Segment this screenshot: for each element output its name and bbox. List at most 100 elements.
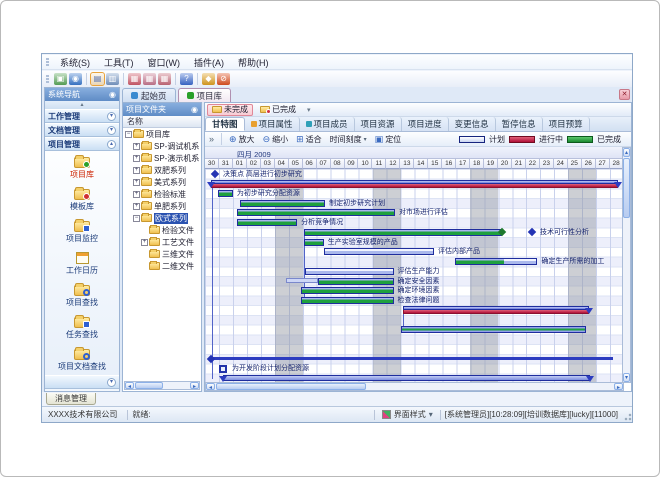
milestone-marker[interactable] [528,228,536,236]
task-bar[interactable] [318,278,393,285]
tree-row-检验标准[interactable]: +检验标准 [123,188,201,200]
style-dropdown-arrow[interactable]: ▾ [429,410,433,419]
help-icon[interactable]: ? [180,73,193,85]
window-layout-icon[interactable]: ▥ [106,73,119,85]
menu-item-4[interactable]: 帮助(H) [231,55,276,70]
menu-item-2[interactable]: 窗口(W) [141,55,188,70]
gantt-tab-甘特图[interactable]: 甘特图 [205,117,245,131]
tree-row-美式系列[interactable]: +美式系列 [123,176,201,188]
toolbar-overflow-button[interactable]: » [205,134,218,144]
tree-expander-icon[interactable]: + [133,203,140,210]
tree-expander-icon[interactable]: − [133,215,140,222]
scroll-right-arrow[interactable]: ▸ [614,383,623,390]
gantt-chart-area[interactable]: 决策点 高层进行初步研究为初步研究分配资源制定初步研究计划对市场进行评估分析竞争… [205,169,624,383]
tree-expander-icon[interactable]: + [133,179,140,186]
gantt-tab-暂停信息[interactable]: 暂停信息 [496,117,543,131]
nav-group-bottom[interactable]: ▾ [45,375,119,389]
scroll-right-arrow[interactable]: ▸ [190,382,199,389]
nav-collapse-strip[interactable]: ▴ [45,101,119,109]
nav-item-项目文档查找[interactable]: 项目文档查找 [45,343,119,375]
nav-item-工作日历[interactable]: 工作日历 [45,247,119,279]
gantt-horizontal-scrollbar[interactable]: ◂ ▸ [205,382,624,391]
milestone-marker[interactable] [211,170,219,178]
gantt-vertical-scrollbar[interactable]: ▴ ▾ [622,147,631,383]
task-bar[interactable] [210,357,613,360]
pin-icon[interactable]: ◉ [109,90,116,99]
chevron-icon[interactable]: ▾ [107,378,116,387]
nav-item-模板库[interactable]: 模板库 [45,183,119,215]
task-bar[interactable] [305,268,394,275]
gantt-tab-变更信息[interactable]: 变更信息 [449,117,496,131]
gantt-tab-项目成员[interactable]: 项目成员 [300,117,355,131]
task-bar[interactable] [237,209,395,216]
tree-row-双肥系列[interactable]: +双肥系列 [123,164,201,176]
tool-适合[interactable]: ⊞适合 [292,133,326,146]
task-bar[interactable] [455,258,537,265]
style-button[interactable]: 界面样式 [394,409,426,420]
tree-row-工艺文件[interactable]: +工艺文件 [123,236,201,248]
tool-定位[interactable]: ▣定位 [371,133,406,146]
gantt-tab-项目预算[interactable]: 项目预算 [543,117,590,131]
task-bar[interactable] [240,200,325,207]
tree-expander-icon[interactable]: + [133,155,140,162]
gantt-tab-项目资源[interactable]: 项目资源 [355,117,402,131]
tab-close-button[interactable]: ✕ [619,89,630,100]
tree-column-header[interactable]: 名称 [123,116,201,128]
task-bar[interactable] [324,248,434,255]
task-bar[interactable] [401,326,587,333]
menu-item-0[interactable]: 系统(S) [53,55,97,70]
resize-grip[interactable] [622,409,632,421]
menu-item-1[interactable]: 工具(T) [97,55,141,70]
nav-group-项目管理[interactable]: 项目管理▴ [45,137,119,151]
gantt-tab-项目进度[interactable]: 项目进度 [402,117,449,131]
scroll-thumb[interactable] [623,158,630,218]
calendar-edit-icon[interactable]: ▦ [143,73,156,85]
pin-icon[interactable]: ◉ [191,105,198,114]
lock-icon[interactable]: ◆ [202,73,215,85]
summary-progress-bar[interactable] [403,306,589,314]
tree-expander-icon[interactable]: + [133,143,140,150]
tree-row-三维文件[interactable]: 三维文件 [123,248,201,260]
tree-expander-icon[interactable]: + [141,239,148,246]
nav-item-项目库[interactable]: 项目库 [45,151,119,183]
tool-缩小[interactable]: ⊖缩小 [259,133,293,146]
tree-expander-icon[interactable]: + [133,191,140,198]
menu-item-3[interactable]: 插件(A) [187,55,231,70]
chevron-icon[interactable]: ▾ [107,112,116,121]
tree-row-欧式系列[interactable]: −欧式系列 [123,212,201,224]
tree-row-二维文件[interactable]: 二维文件 [123,260,201,272]
filter-button-已完成[interactable]: 已完成 [255,104,301,116]
doc-tab-项目库[interactable]: 项目库 [178,88,232,102]
task-bar[interactable] [223,375,590,381]
nav-item-项目查找[interactable]: 项目查找 [45,279,119,311]
chevron-icon[interactable]: ▾ [107,126,116,135]
scroll-left-arrow[interactable]: ◂ [206,383,215,390]
tree-horizontal-scrollbar[interactable]: ◂ ▸ [124,381,200,390]
calendar-new-icon[interactable]: ▦ [128,73,141,85]
gantt-tab-项目属性[interactable]: 项目属性 [245,117,300,131]
system-monitor-icon[interactable]: ▣ [54,73,67,85]
tree-expander-icon[interactable]: + [133,167,140,174]
nav-group-文档管理[interactable]: 文档管理▾ [45,123,119,137]
tree-expander-icon[interactable]: − [125,131,132,138]
task-note-box[interactable] [219,365,227,373]
tree-row-SP-演示机系[interactable]: +SP-演示机系 [123,152,201,164]
calendar-delete-icon[interactable]: ▦ [158,73,171,85]
power-icon[interactable]: ⊘ [217,73,230,85]
tree-row-单肥系列[interactable]: +单肥系列 [123,200,201,212]
task-bar[interactable] [237,219,297,226]
tool-放大[interactable]: ⊕放大 [225,133,259,146]
doc-tab-起始页[interactable]: 起始页 [122,88,176,102]
filter-button-未完成[interactable]: 未完成 [207,104,253,116]
tree-row-检验文件[interactable]: 检验文件 [123,224,201,236]
scroll-down-arrow[interactable]: ▾ [623,373,630,382]
scroll-thumb[interactable] [135,382,163,389]
globe-icon[interactable]: ◉ [69,73,82,85]
nav-item-任务查找[interactable]: 任务查找 [45,311,119,343]
task-bar[interactable] [304,239,324,246]
task-bar[interactable] [304,229,502,236]
tree-row-SP-调试机系[interactable]: +SP-调试机系 [123,140,201,152]
scroll-thumb[interactable] [216,383,366,390]
task-bar[interactable] [218,190,233,197]
message-manager-dock-tab[interactable]: 消息管理 [46,393,96,405]
